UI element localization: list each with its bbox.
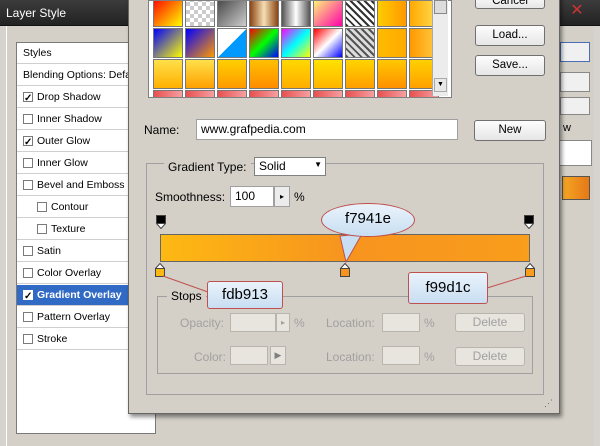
- annotation-left-stop: fdb913: [207, 281, 283, 309]
- callout-pointers: [162, 233, 527, 293]
- annotation-middle-stop: f7941e: [321, 203, 415, 237]
- annotation-right-stop: f99d1c: [408, 272, 488, 304]
